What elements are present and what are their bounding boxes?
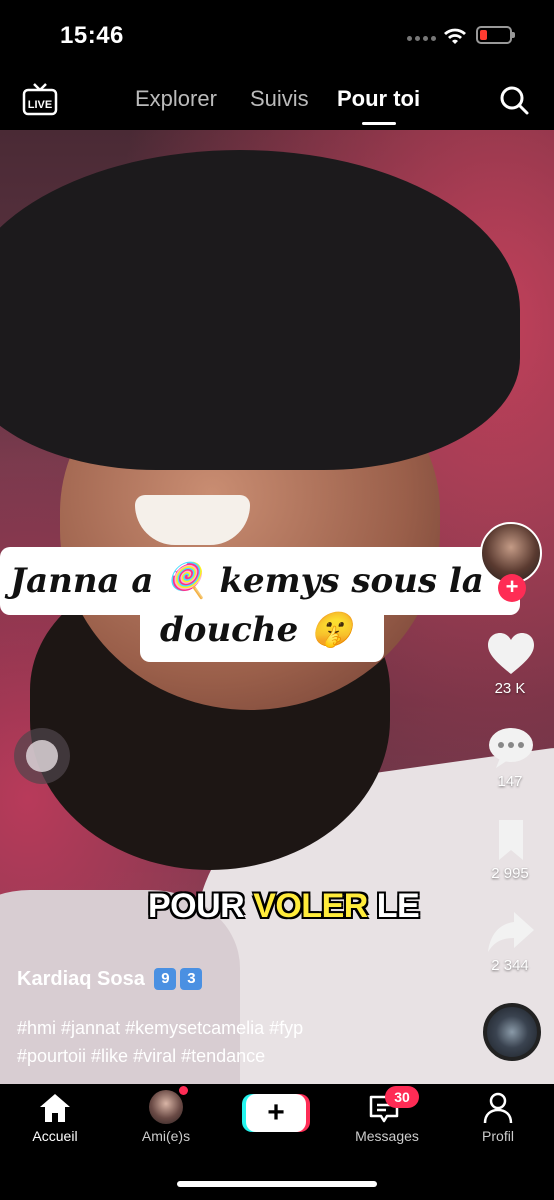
emoji-three: 3	[180, 968, 203, 990]
video-caption-line2: douche 🤫	[160, 610, 353, 650]
hashtags-line1[interactable]: #hmi #jannat #kemysetcamelia #fyp	[17, 1014, 417, 1042]
create-button[interactable]: +	[246, 1094, 306, 1132]
assistive-touch-button[interactable]	[14, 728, 70, 784]
tab-pour-toi[interactable]: Pour toi	[337, 86, 420, 112]
nav-messages-label: Messages	[355, 1128, 419, 1144]
follow-button[interactable]: +	[498, 574, 526, 602]
friends-avatar	[149, 1090, 183, 1124]
messages-badge: 30	[385, 1086, 419, 1108]
top-nav: LIVE Explorer Suivis Pour toi	[0, 70, 554, 130]
heart-icon[interactable]	[486, 632, 536, 676]
tab-suivis[interactable]: Suivis	[250, 86, 309, 112]
live-tv-icon[interactable]: LIVE	[22, 82, 58, 116]
save-count: 2 995	[491, 865, 529, 882]
emoji-nine: 9	[154, 968, 177, 990]
status-time: 15:46	[60, 22, 124, 49]
video-subtitle: POUR VOLER LE	[148, 887, 420, 925]
share-icon[interactable]	[486, 910, 536, 954]
video-caption-line1: Janna a 🍭 kemys sous la	[10, 561, 484, 601]
cellular-signal-icon	[407, 36, 436, 41]
comment-icon[interactable]	[486, 726, 536, 770]
active-tab-indicator	[362, 122, 396, 125]
home-indicator[interactable]	[177, 1181, 377, 1187]
like-count: 23 K	[494, 680, 526, 697]
profile-icon	[483, 1092, 513, 1124]
search-icon[interactable]	[498, 84, 530, 116]
video-player[interactable]: Janna a 🍭 kemys sous la douche 🤫 POUR VO…	[0, 130, 554, 1084]
notification-dot	[179, 1086, 188, 1095]
wifi-icon	[444, 28, 466, 44]
nav-friends-label: Ami(e)s	[141, 1128, 191, 1144]
home-icon	[40, 1094, 70, 1122]
share-count: 2 344	[491, 957, 529, 974]
battery-icon	[476, 26, 515, 44]
tab-explorer[interactable]: Explorer	[135, 86, 217, 112]
live-label: LIVE	[28, 99, 52, 111]
hashtags-line2[interactable]: #pourtoii #like #viral #tendance	[17, 1042, 417, 1070]
post-username[interactable]: Kardiaq Sosa 93	[17, 968, 203, 991]
nav-home-label: Accueil	[32, 1128, 78, 1144]
music-disc-icon[interactable]	[483, 1003, 541, 1061]
status-bar: 15:46	[0, 0, 554, 70]
bookmark-icon[interactable]	[486, 818, 536, 862]
comment-count: 147	[497, 773, 523, 790]
post-hashtags[interactable]: #hmi #jannat #kemysetcamelia #fyp #pourt…	[17, 1014, 417, 1070]
nav-profile-label: Profil	[482, 1128, 514, 1144]
